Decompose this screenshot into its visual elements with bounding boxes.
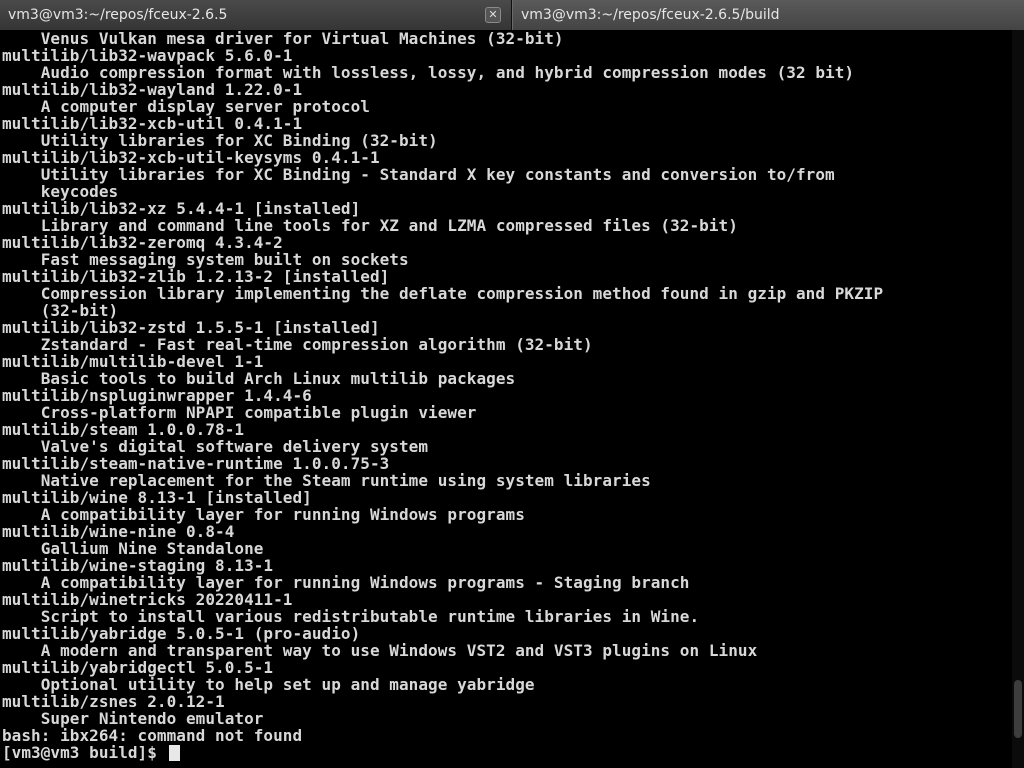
terminal-line: Optional utility to help set up and mana… [2,675,535,694]
terminal-line: multilib/zsnes 2.0.12-1 [2,692,225,711]
terminal-line: multilib/wine-staging 8.13-1 [2,556,274,575]
terminal-line: Fast messaging system built on sockets [2,250,409,269]
terminal-line: multilib/wine 8.13-1 [installed] [2,488,312,507]
terminal-line: A compatibility layer for running Window… [2,505,525,524]
terminal-line: multilib/wine-nine 0.8-4 [2,522,235,541]
close-icon[interactable]: ✕ [485,7,501,23]
terminal-line: Venus Vulkan mesa driver for Virtual Mac… [2,30,564,48]
terminal-line: multilib/lib32-xcb-util 0.4.1-1 [2,114,303,133]
terminal-line: multilib/steam 1.0.0.78-1 [2,420,245,439]
terminal-line: Utility libraries for XC Binding - Stand… [2,165,835,184]
terminal-line: multilib/yabridgectl 5.0.5-1 [2,658,274,677]
terminal-line: keycodes [2,182,119,201]
terminal-line: Gallium Nine Standalone [2,539,264,558]
terminal-line: multilib/lib32-zstd 1.5.5-1 [installed] [2,318,380,337]
prompt-line[interactable]: [vm3@vm3 build]$ [2,744,1010,761]
shell-prompt: [vm3@vm3 build]$ [2,743,167,762]
terminal-line: (32-bit) [2,301,119,320]
terminal-line: multilib/lib32-xz 5.4.4-1 [installed] [2,199,361,218]
terminal-line: bash: ibx264: command not found [2,726,303,745]
tab-bar: vm3@vm3:~/repos/fceux-2.6.5 ✕ vm3@vm3:~/… [0,0,1024,30]
terminal-line: multilib/steam-native-runtime 1.0.0.75-3 [2,454,390,473]
text-cursor [168,744,180,761]
tab-label: vm3@vm3:~/repos/fceux-2.6.5 [8,7,228,23]
terminal-output[interactable]: Venus Vulkan mesa driver for Virtual Mac… [0,30,1010,768]
terminal-line: Native replacement for the Steam runtime… [2,471,651,490]
terminal-line: multilib/winetricks 20220411-1 [2,590,293,609]
terminal-line: multilib/nspluginwrapper 1.4.4-6 [2,386,312,405]
terminal-line: multilib/lib32-zlib 1.2.13-2 [installed] [2,267,390,286]
terminal-line: multilib/lib32-xcb-util-keysyms 0.4.1-1 [2,148,380,167]
terminal-line: Super Nintendo emulator [2,709,264,728]
scrollbar[interactable] [1012,30,1024,768]
terminal-line: Utility libraries for XC Binding (32-bit… [2,131,438,150]
terminal-line: Valve's digital software delivery system [2,437,429,456]
tab-label: vm3@vm3:~/repos/fceux-2.6.5/build [521,7,780,23]
terminal-line: Cross-platform NPAPI compatible plugin v… [2,403,477,422]
terminal-line: A compatibility layer for running Window… [2,573,690,592]
tab-fceux-build[interactable]: vm3@vm3:~/repos/fceux-2.6.5/build [512,0,1024,30]
terminal-line: multilib/multilib-devel 1-1 [2,352,264,371]
terminal-line: Zstandard - Fast real-time compression a… [2,335,593,354]
tab-fceux[interactable]: vm3@vm3:~/repos/fceux-2.6.5 ✕ [0,0,512,30]
terminal-line: multilib/lib32-wavpack 5.6.0-1 [2,46,293,65]
terminal-window: vm3@vm3:~/repos/fceux-2.6.5 ✕ vm3@vm3:~/… [0,0,1024,768]
terminal-line: A modern and transparent way to use Wind… [2,641,758,660]
terminal-line: Audio compression format with lossless, … [2,63,855,82]
terminal-line: multilib/yabridge 5.0.5-1 (pro-audio) [2,624,361,643]
terminal-line: Script to install various redistributabl… [2,607,700,626]
terminal-line: A computer display server protocol [2,97,370,116]
terminal-line: multilib/lib32-zeromq 4.3.4-2 [2,233,283,252]
terminal-line: Compression library implementing the def… [2,284,884,303]
terminal-line: Library and command line tools for XZ an… [2,216,738,235]
scrollbar-thumb[interactable] [1014,680,1022,738]
terminal-line: Basic tools to build Arch Linux multilib… [2,369,516,388]
terminal-line: multilib/lib32-wayland 1.22.0-1 [2,80,303,99]
